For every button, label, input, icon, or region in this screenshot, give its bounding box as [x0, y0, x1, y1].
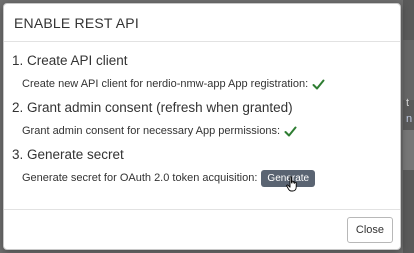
step-generate-secret: 3. Generate secret Generate secret for O… [12, 144, 400, 191]
check-icon [312, 79, 325, 89]
step-description: Grant admin consent for necessary App pe… [12, 118, 400, 144]
step-description: Generate secret for OAuth 2.0 token acqu… [12, 165, 400, 191]
hand-cursor-icon [286, 175, 298, 191]
check-icon [284, 126, 297, 136]
dialog-title: ENABLE REST API [14, 15, 139, 31]
backdrop-panel [403, 40, 414, 100]
backdrop-text-fragment: t [406, 97, 410, 109]
step-grant-admin-consent: 2. Grant admin consent (refresh when gra… [12, 97, 400, 144]
backdrop-panel [403, 130, 414, 170]
step-description: Create new API client for nerdio-nmw-app… [12, 71, 400, 97]
step-title: 3. Generate secret [12, 147, 124, 162]
step-title: 2. Grant admin consent (refresh when gra… [12, 100, 293, 115]
backdrop-text-fragment: n [406, 113, 413, 125]
dialog-body: 1. Create API client Create new API clie… [4, 42, 400, 191]
step-create-api-client: 1. Create API client Create new API clie… [12, 50, 400, 97]
close-button[interactable]: Close [346, 217, 393, 243]
step-text: Create new API client for nerdio-nmw-app… [22, 78, 309, 90]
dialog-header: ENABLE REST API [4, 4, 400, 42]
dialog-footer: Close [4, 209, 400, 249]
enable-rest-api-dialog: ENABLE REST API 1. Create API client Cre… [3, 3, 401, 250]
step-text: Generate secret for OAuth 2.0 token acqu… [22, 172, 258, 184]
step-title: 1. Create API client [12, 53, 128, 68]
backdrop-page-edge [403, 0, 414, 253]
generate-button[interactable]: Generate [261, 169, 316, 191]
step-text: Grant admin consent for necessary App pe… [22, 125, 281, 137]
